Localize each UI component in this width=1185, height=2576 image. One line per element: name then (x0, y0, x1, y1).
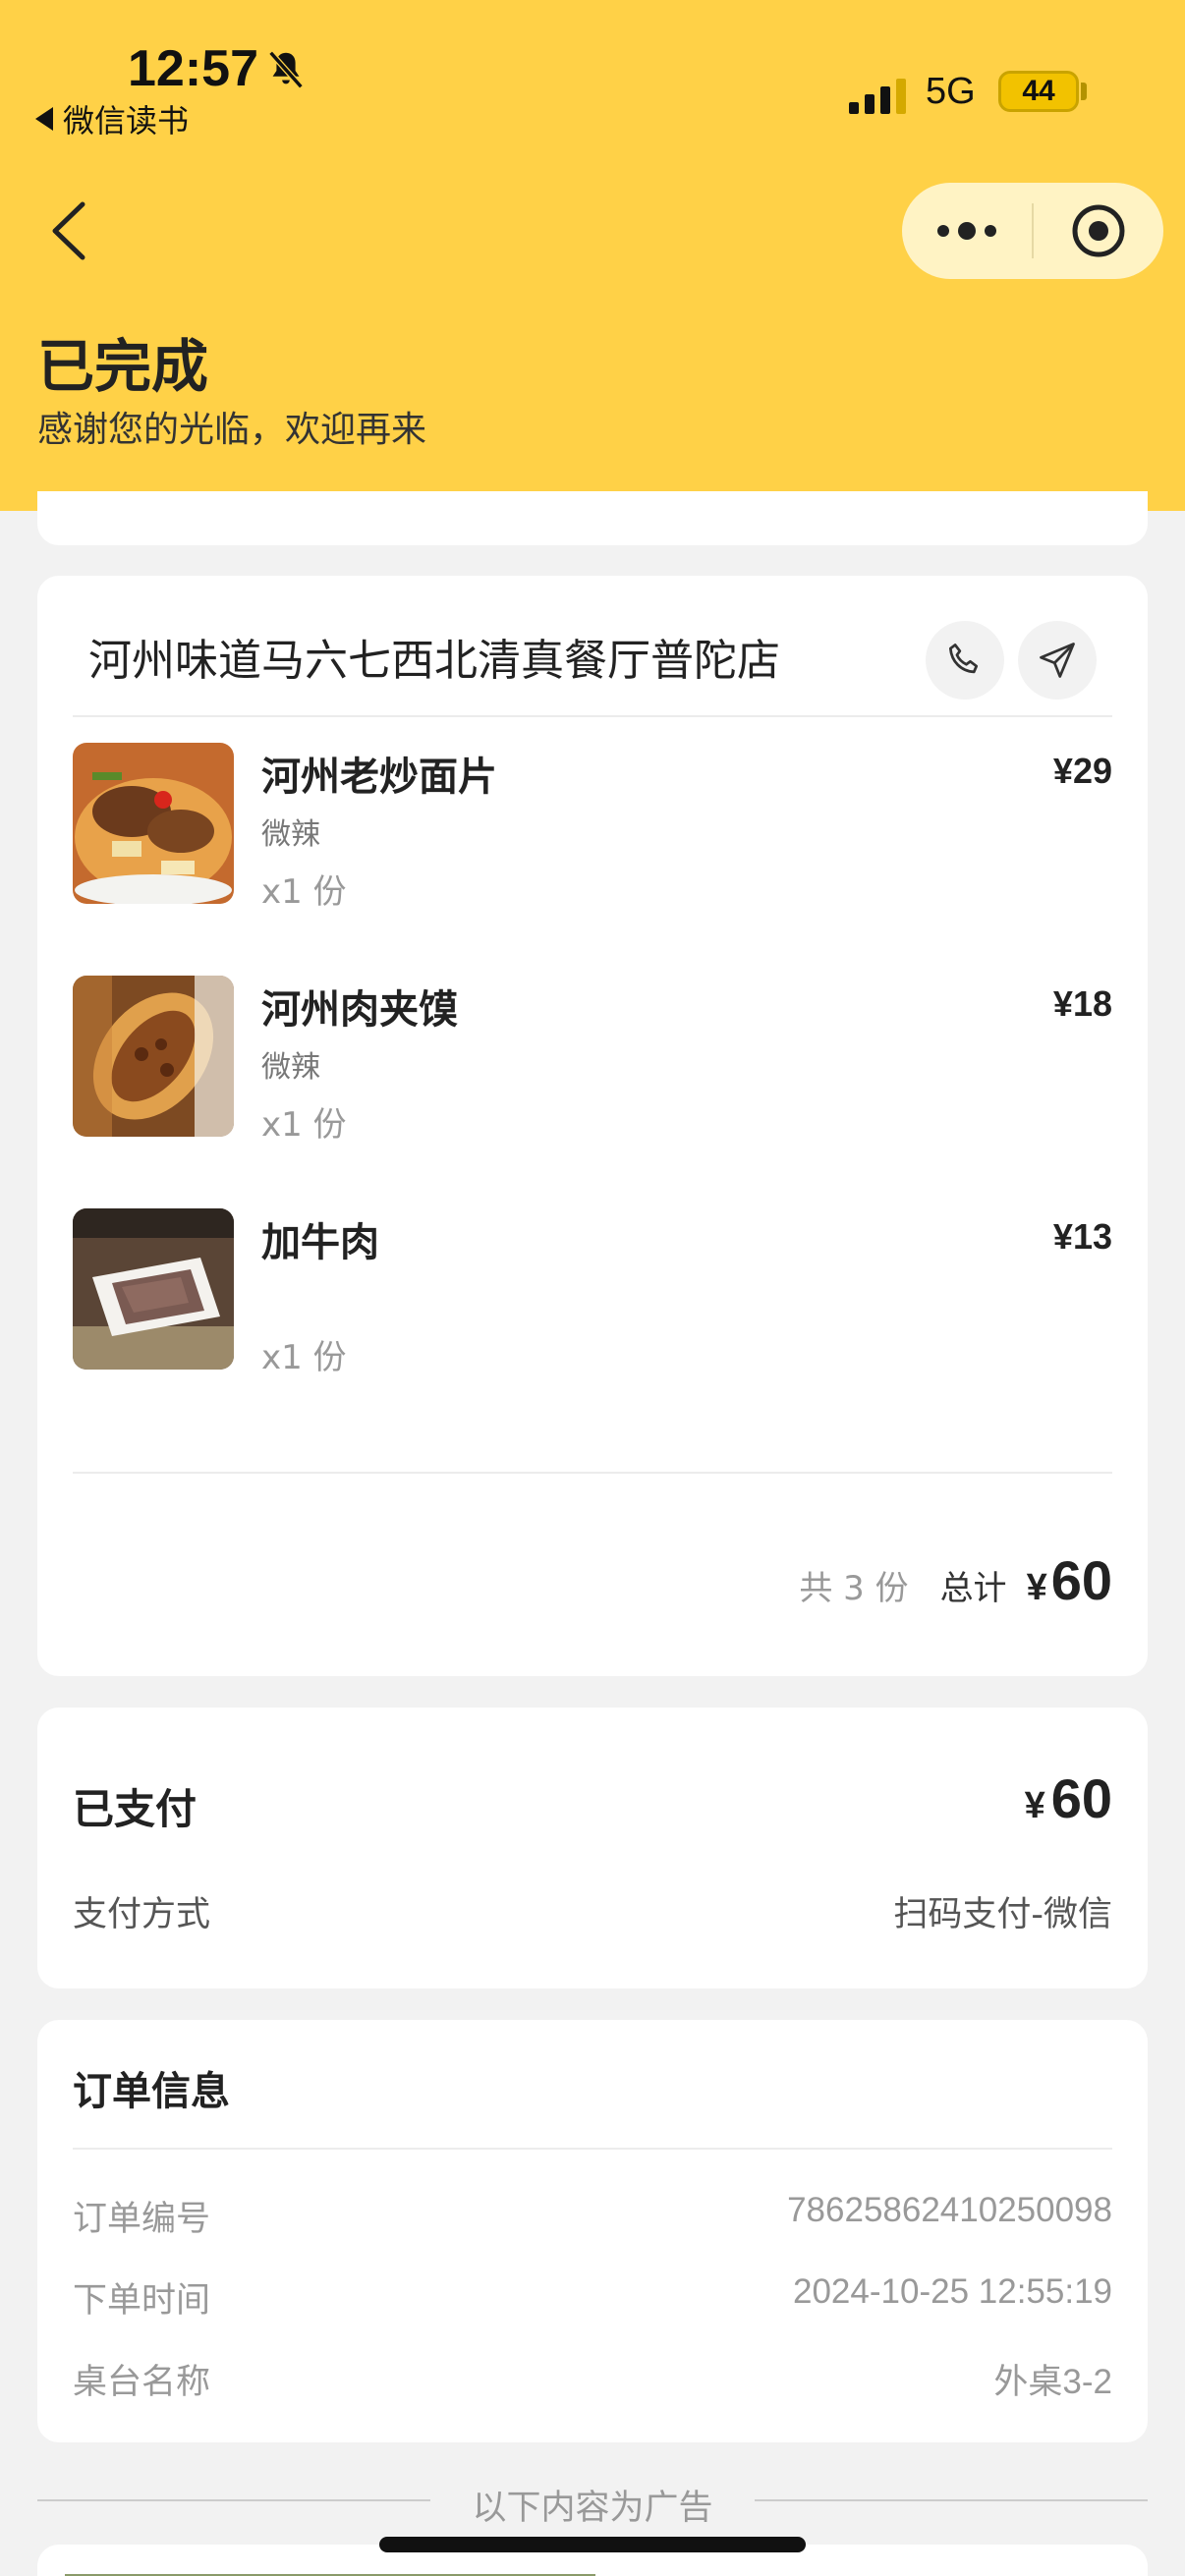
home-indicator[interactable] (379, 2537, 806, 2552)
item-name: 河州老炒面片 (261, 755, 497, 800)
miniprogram-capsule (902, 183, 1163, 279)
item-spec: 微辣 (261, 817, 320, 852)
ad-divider: 以下内容为广告 (37, 2476, 1148, 2528)
order-number-label: 订单编号 (73, 2200, 211, 2239)
food-image-fried-noodle (73, 743, 234, 904)
store-divider (73, 715, 1112, 717)
total-currency: ¥ (1026, 1567, 1047, 1608)
total-amount: 60 (1050, 1549, 1112, 1611)
order-number-value[interactable]: 78625862410250098 (787, 2191, 1112, 2230)
order-time-row: 下单时间 2024-10-25 12:55:19 (73, 2272, 1112, 2322)
item-price: ¥18 (1052, 983, 1112, 1024)
navigate-store-button[interactable] (1018, 621, 1097, 700)
back-to-app-link[interactable]: 微信读书 (35, 96, 189, 141)
order-card: 河州味道马六七西北清真餐厅普陀店 河州老炒面片 微辣 x1 份 ¥29 河州肉夹… (37, 576, 1148, 1676)
bell-muted-icon (268, 50, 304, 89)
summary-divider (73, 1472, 1112, 1474)
ad-label: 以下内容为广告 (472, 2489, 713, 2528)
order-summary: 共 3 份 总计 ¥ 60 (799, 1548, 1112, 1612)
order-time-value: 2024-10-25 12:55:19 (793, 2272, 1112, 2311)
navigation-arrow-icon (1040, 643, 1075, 678)
status-card-bottom (37, 491, 1148, 545)
signal-icon (849, 79, 906, 114)
order-item[interactable]: 河州老炒面片 微辣 x1 份 ¥29 (73, 743, 1112, 912)
order-item[interactable]: 加牛肉 x1 份 ¥13 (73, 1208, 1112, 1377)
order-info-card: 订单信息 订单编号 78625862410250098 下单时间 2024-10… (37, 2020, 1148, 2442)
close-miniprogram-button[interactable] (1034, 183, 1163, 279)
payment-card: 已支付 ¥ 60 支付方式 扫码支付-微信 (37, 1708, 1148, 1988)
phone-icon (948, 644, 979, 674)
item-price: ¥29 (1052, 751, 1112, 791)
paid-label: 已支付 (73, 1785, 198, 1833)
item-spec: 微辣 (261, 1050, 320, 1085)
item-name: 加牛肉 (261, 1220, 379, 1265)
back-app-label: 微信读书 (63, 102, 190, 140)
status-time: 12:57 (128, 40, 258, 97)
table-name-label: 桌台名称 (73, 2363, 211, 2402)
food-image-roujiamo (73, 976, 234, 1137)
table-name-row: 桌台名称 外桌3-2 (73, 2354, 1112, 2403)
payment-method-label: 支付方式 (73, 1895, 211, 1934)
payment-method-value: 扫码支付-微信 (893, 1895, 1112, 1934)
paid-value: 60 (1050, 1767, 1112, 1829)
page-subtitle: 感谢您的光临，欢迎再来 (37, 410, 427, 450)
order-time-label: 下单时间 (73, 2281, 211, 2321)
item-qty: x1 份 (261, 1105, 347, 1145)
more-menu-button[interactable] (902, 183, 1032, 279)
header: 12:57 微信读书 5G 44 已完成 感谢您的光临，欢迎再来 (0, 0, 1185, 511)
network-label: 5G (926, 71, 976, 112)
paid-currency: ¥ (1024, 1785, 1045, 1826)
store-name[interactable]: 河州味道马六七西北清真餐厅普陀店 (88, 625, 780, 688)
order-item[interactable]: 河州肉夹馍 微辣 x1 份 ¥18 (73, 976, 1112, 1145)
item-qty: x1 份 (261, 1338, 347, 1377)
call-store-button[interactable] (926, 621, 1004, 700)
item-qty: x1 份 (261, 872, 347, 912)
page-title: 已完成 (37, 333, 209, 400)
order-info-divider (73, 2148, 1112, 2150)
more-dots-icon (937, 222, 996, 240)
chevron-left-icon[interactable] (45, 196, 94, 265)
item-count: 共 3 份 (799, 1569, 909, 1608)
target-close-icon (1072, 204, 1125, 257)
total-label: 总计 (939, 1569, 1007, 1608)
table-name-value: 外桌3-2 (993, 2363, 1112, 2401)
paid-amount: ¥ 60 (1025, 1766, 1112, 1830)
back-triangle-icon (35, 107, 53, 131)
item-price: ¥13 (1052, 1216, 1112, 1257)
order-number-row: 订单编号 78625862410250098 (73, 2191, 1112, 2240)
battery-icon: 44 (998, 71, 1079, 112)
battery-tip (1081, 83, 1087, 100)
item-name: 河州肉夹馍 (261, 987, 458, 1033)
food-image-beef (73, 1208, 234, 1370)
order-info-title: 订单信息 (73, 2069, 230, 2114)
